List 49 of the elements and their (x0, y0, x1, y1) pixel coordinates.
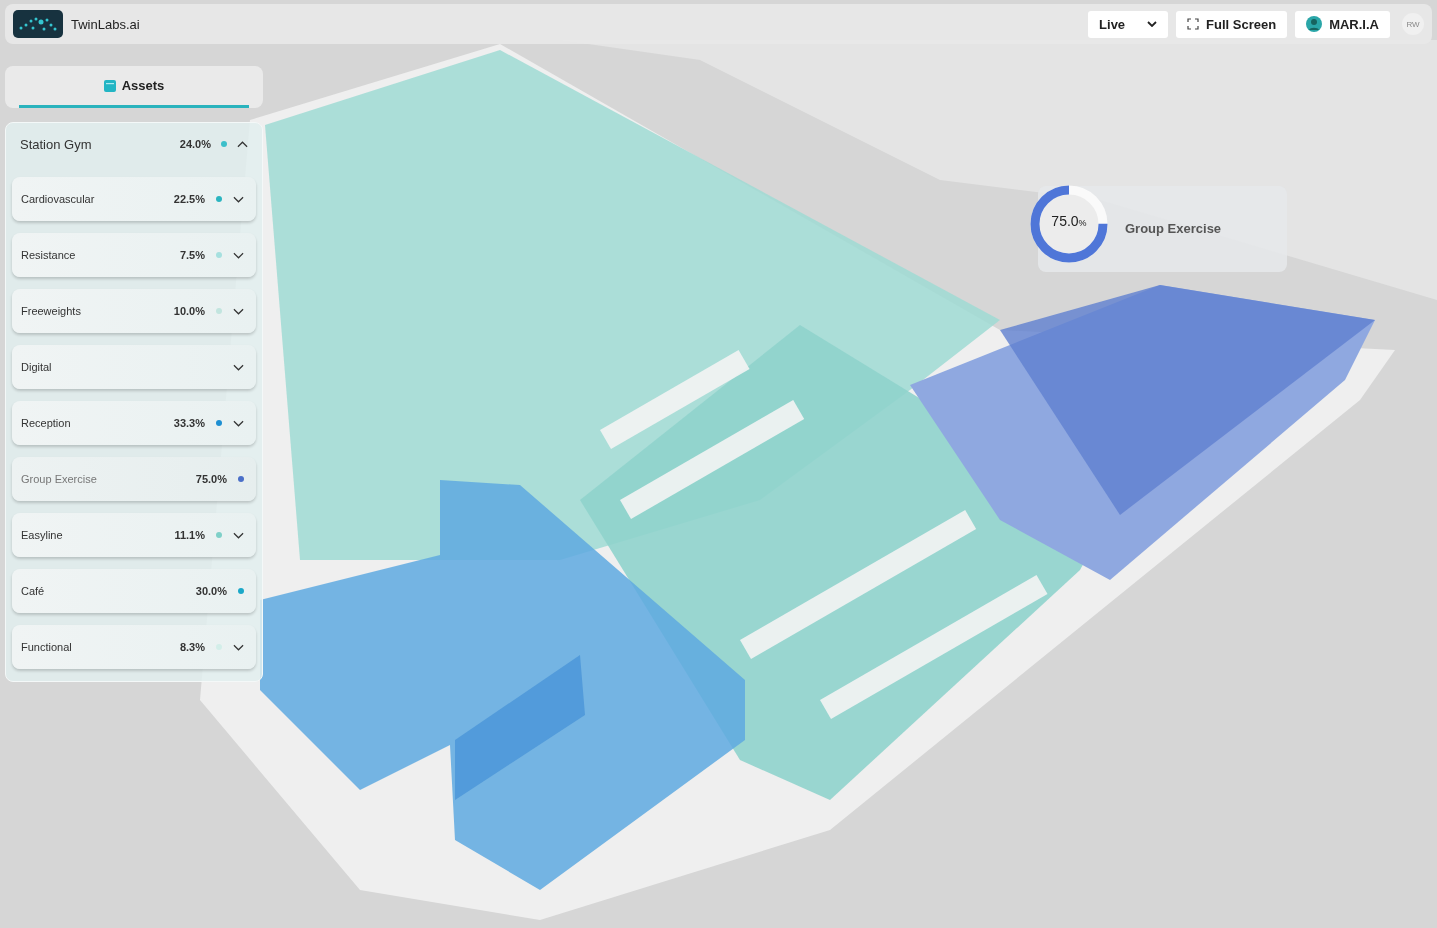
gauge-value: 75.0% (1050, 213, 1088, 229)
zone-percentage: 30.0% (195, 585, 227, 597)
site-percentage: 24.0% (179, 138, 211, 150)
zone-name: Functional (21, 641, 73, 653)
zone-row[interactable]: Freeweights 10.0% (12, 289, 256, 333)
zone-row[interactable]: Cardiovascular 22.5% (12, 177, 256, 221)
square-icon (103, 79, 116, 92)
assets-tab[interactable]: Assets (19, 66, 249, 108)
user-button[interactable]: MAR.I.A (1295, 10, 1390, 38)
zone-name: Group Exercise (1125, 220, 1222, 236)
dots-logo-icon (13, 10, 63, 38)
zone-row[interactable]: Café 30.0% (12, 569, 256, 613)
chevron-down-icon (1147, 21, 1158, 27)
chevron-down-icon[interactable] (233, 307, 244, 315)
zone-percentage: 75.0% (195, 473, 227, 485)
brand-name: TwinLabs.ai (71, 16, 140, 32)
zone-row[interactable]: Reception 33.3% (12, 401, 256, 445)
fullscreen-icon (1187, 18, 1200, 30)
chevron-up-icon[interactable] (237, 140, 248, 148)
zone-percentage: 11.1% (174, 529, 205, 541)
chevron-down-icon[interactable] (233, 195, 244, 203)
zone-row[interactable]: Easyline 11.1% (12, 513, 256, 557)
zone-percentage: 33.3% (173, 417, 205, 429)
chevron-down-icon[interactable] (233, 251, 244, 259)
chevron-down-icon[interactable] (233, 363, 244, 371)
zone-name: Easyline (21, 529, 64, 541)
zone-name: Reception (21, 417, 72, 429)
site-name: Station Gym (20, 136, 93, 152)
zone-percentage: 10.0% (173, 305, 205, 317)
chevron-down-icon[interactable] (233, 531, 244, 539)
zone-name: Group Exercise (21, 473, 98, 485)
site-row[interactable]: Station Gym 24.0% (12, 123, 256, 165)
zone-percentage: 22.5% (173, 193, 205, 205)
zone-percentage: 7.5% (179, 249, 205, 261)
avatar-icon (1306, 16, 1323, 32)
zone-name: Freeweights (21, 305, 82, 317)
full-screen-button[interactable]: Full Screen (1176, 10, 1288, 38)
zone-name: Cardiovascular (21, 193, 96, 205)
chevron-down-icon[interactable] (233, 419, 244, 427)
zone-row[interactable]: Digital (12, 345, 256, 389)
zone-row[interactable]: Functional 8.3% (12, 625, 256, 669)
zone-row[interactable]: Group Exercise 75.0% (12, 457, 256, 501)
chevron-down-icon[interactable] (233, 643, 244, 651)
zone-name: Resistance (21, 249, 77, 261)
mode-dropdown[interactable]: Live (1088, 10, 1169, 38)
zone-percentage: 8.3% (179, 641, 205, 653)
zone-row[interactable]: Resistance 7.5% (12, 233, 256, 277)
zone-name: Café (21, 585, 46, 597)
zone-name: Digital (21, 361, 53, 373)
